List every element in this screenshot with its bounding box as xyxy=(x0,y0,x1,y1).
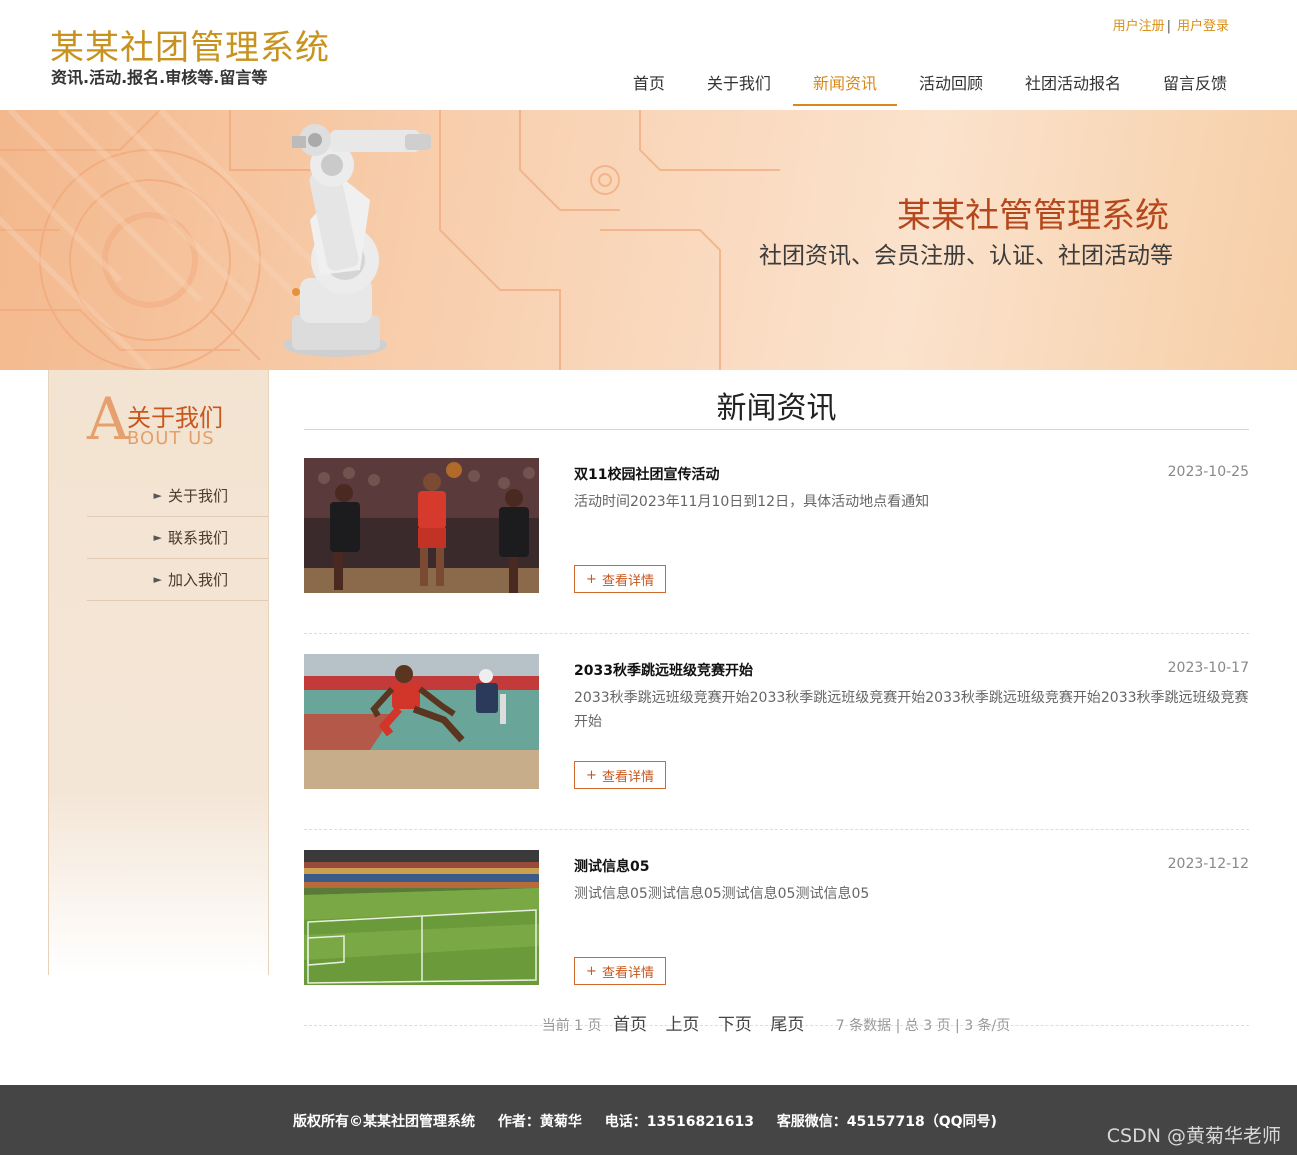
pagination: 当前 1 页 首页 上页 下页 尾页 7 条数据 | 总 3 页 | 3 条/页 xyxy=(0,1010,1297,1035)
robot-arm-illustration xyxy=(283,124,431,357)
news-list: 双11校园社团宣传活动 2023-10-25 活动时间2023年11月10日到1… xyxy=(304,458,1249,1026)
footer-wechat: 客服微信：45157718（QQ同号) xyxy=(776,1114,997,1130)
news-date: 2023-10-25 xyxy=(1167,464,1249,480)
news-item: 测试信息05 2023-12-12 测试信息05测试信息05测试信息05测试信息… xyxy=(304,850,1249,1026)
register-link[interactable]: 用户注册 xyxy=(1113,19,1165,34)
nav-item-about[interactable]: 关于我们 xyxy=(687,62,791,106)
news-summary: 测试信息05测试信息05测试信息05测试信息05 xyxy=(574,886,870,902)
hero-banner: 某某社管管理系统 社团资讯、会员注册、认证、社团活动等 xyxy=(0,110,1297,370)
plus-icon: + xyxy=(586,571,597,587)
user-links-separator: | xyxy=(1166,19,1171,34)
news-title[interactable]: 双11校园社团宣传活动 xyxy=(574,464,719,484)
site-subtitle: 资讯.活动.报名.审核等.留言等 xyxy=(51,68,268,87)
view-details-button[interactable]: + 查看详情 xyxy=(574,761,666,789)
arrow-right-icon: ► xyxy=(153,489,162,502)
csdn-watermark: CSDN @黄菊华老师 xyxy=(1106,1125,1281,1147)
news-title[interactable]: 测试信息05 xyxy=(574,856,649,876)
page-title: 新闻资讯 xyxy=(304,370,1249,430)
arrow-right-icon: ► xyxy=(153,573,162,586)
sidebar-item-contact[interactable]: ► 联系我们 xyxy=(87,517,268,559)
news-thumbnail-stadium[interactable] xyxy=(304,850,539,985)
basketball-photo xyxy=(304,458,539,593)
news-summary: 活动时间2023年11月10日到12日，具体活动地点看通知 xyxy=(574,494,930,510)
view-details-label: 查看详情 xyxy=(601,769,654,785)
arrow-right-icon: ► xyxy=(153,531,162,544)
sidebar-item-label: 关于我们 xyxy=(167,487,228,505)
prev-page-link[interactable]: 上页 xyxy=(665,1015,699,1035)
footer-author: 作者：黄菊华 xyxy=(497,1114,582,1130)
long-jump-photo xyxy=(304,654,539,789)
news-date: 2023-12-12 xyxy=(1167,856,1249,872)
news-item: 双11校园社团宣传活动 2023-10-25 活动时间2023年11月10日到1… xyxy=(304,458,1249,634)
main-content: 新闻资讯 双11校园社团宣传活动 2023-10-25 活动时间2023年11月… xyxy=(304,370,1249,1026)
nav-item-activity-signup[interactable]: 社团活动报名 xyxy=(1005,62,1141,106)
main-nav: 首页 关于我们 新闻资讯 活动回顾 社团活动报名 留言反馈 xyxy=(611,62,1247,106)
login-link[interactable]: 用户登录 xyxy=(1177,19,1229,34)
plus-icon: + xyxy=(586,767,597,783)
sidebar-item-label: 联系我们 xyxy=(167,529,228,547)
news-summary: 2033秋季跳远班级竞赛开始2033秋季跳远班级竞赛开始2033秋季跳远班级竞赛… xyxy=(574,690,1249,730)
site-header: 某某社团管理系统 资讯.活动.报名.审核等.留言等 用户注册 | 用户登录 首页 关… xyxy=(0,0,1297,110)
news-title[interactable]: 2033秋季跳远班级竞赛开始 xyxy=(574,660,753,680)
news-date: 2023-10-17 xyxy=(1167,660,1249,676)
pagination-info: 7 条数据 | 总 3 页 | 3 条/页 xyxy=(835,1018,1011,1034)
sidebar-heading: A 关于我们 BOUT US xyxy=(87,385,247,453)
current-page-prefix: 当前 xyxy=(541,1018,570,1034)
sidebar-item-join[interactable]: ► 加入我们 xyxy=(87,559,268,601)
news-thumbnail-basketball[interactable] xyxy=(304,458,539,593)
sidebar-item-label: 加入我们 xyxy=(167,571,228,589)
nav-item-news[interactable]: 新闻资讯 xyxy=(792,62,897,106)
news-item: 2033秋季跳远班级竞赛开始 2023-10-17 2033秋季跳远班级竞赛开始… xyxy=(304,654,1249,830)
banner-title: 某某社管管理系统 xyxy=(897,196,1169,236)
plus-icon: + xyxy=(586,963,597,979)
news-thumbnail-long-jump[interactable] xyxy=(304,654,539,789)
view-details-label: 查看详情 xyxy=(601,573,654,589)
sidebar-item-about[interactable]: ► 关于我们 xyxy=(87,475,268,517)
about-big-letter: A xyxy=(87,385,129,453)
view-details-button[interactable]: + 查看详情 xyxy=(574,565,666,593)
footer-copyright: 版权所有©某某社团管理系统 xyxy=(293,1114,476,1130)
banner-subtitle: 社团资讯、会员注册、认证、社团活动等 xyxy=(759,243,1173,269)
sidebar-title-en: BOUT US xyxy=(127,428,215,449)
next-page-link[interactable]: 下页 xyxy=(718,1015,752,1035)
sidebar-menu: ► 关于我们 ► 联系我们 ► 加入我们 xyxy=(87,475,268,601)
current-page-suffix: 页 xyxy=(587,1018,602,1034)
site-footer: 版权所有©某某社团管理系统 作者：黄菊华 电话：13516821613 客服微信… xyxy=(0,1085,1297,1155)
site-title: 某某社团管理系统 xyxy=(50,28,330,68)
stadium-photo xyxy=(304,850,539,985)
view-details-label: 查看详情 xyxy=(601,965,654,981)
nav-item-home[interactable]: 首页 xyxy=(613,62,685,106)
nav-item-feedback[interactable]: 留言反馈 xyxy=(1143,62,1247,106)
current-page-number: 1 xyxy=(574,1018,584,1034)
footer-info: 版权所有©某某社团管理系统 作者：黄菊华 电话：13516821613 客服微信… xyxy=(0,1111,1290,1131)
footer-phone: 电话：13516821613 xyxy=(604,1114,754,1130)
sidebar: A 关于我们 BOUT US ► 关于我们 ► 联系我们 ► 加入我们 xyxy=(48,370,269,975)
nav-item-activity-review[interactable]: 活动回顾 xyxy=(899,62,1003,106)
last-page-link[interactable]: 尾页 xyxy=(770,1015,804,1035)
first-page-link[interactable]: 首页 xyxy=(613,1015,647,1035)
user-links: 用户注册 | 用户登录 xyxy=(1113,15,1229,34)
view-details-button[interactable]: + 查看详情 xyxy=(574,957,666,985)
